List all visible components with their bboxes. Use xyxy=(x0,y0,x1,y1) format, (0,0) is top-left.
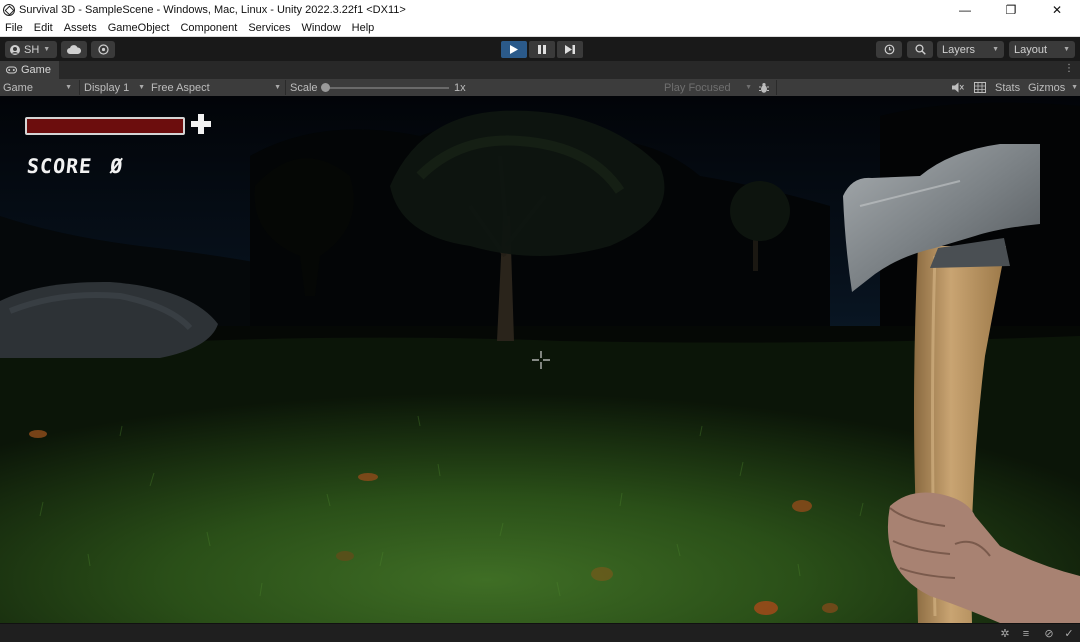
main-toolbar: SH ▼ Layers ▼ Layout ▼ xyxy=(0,37,1080,61)
divider xyxy=(285,80,286,95)
gizmos-dropdown[interactable]: Gizmos ▼ xyxy=(1028,79,1078,96)
health-plus-icon xyxy=(191,114,211,134)
gizmos-label: Gizmos xyxy=(1028,81,1066,94)
history-icon xyxy=(884,44,894,55)
play-mode-dropdown[interactable]: Play Focused ▼ xyxy=(664,79,752,96)
chevron-down-icon: ▼ xyxy=(1063,46,1070,53)
minimize-button[interactable]: — xyxy=(942,0,988,19)
menu-assets[interactable]: Assets xyxy=(64,22,97,34)
health-bar xyxy=(25,117,185,135)
chevron-down-icon: ▼ xyxy=(1071,84,1078,91)
debug-icon[interactable]: ✲ xyxy=(999,628,1011,640)
unity-logo-icon xyxy=(3,3,15,16)
layers-label: Layers xyxy=(942,43,976,56)
scale-slider-handle[interactable] xyxy=(321,83,330,92)
scale-label: Scale xyxy=(290,81,318,94)
account-dropdown[interactable]: SH ▼ xyxy=(5,41,57,58)
game-tab-bar: Game ⋮ xyxy=(0,61,1080,79)
grid-layout-button[interactable] xyxy=(974,79,986,96)
chevron-down-icon: ▼ xyxy=(138,84,145,91)
tab-game[interactable]: Game xyxy=(0,61,59,79)
display-label: Display 1 xyxy=(84,81,130,94)
chevron-down-icon: ▼ xyxy=(65,84,72,91)
maximize-button[interactable]: ❐ xyxy=(988,0,1034,19)
play-icon xyxy=(510,45,518,54)
scale-value: 1x xyxy=(454,81,466,94)
layout-label: Layout xyxy=(1014,43,1048,56)
view-mode-label: Game xyxy=(3,81,33,94)
cache-icon[interactable]: ⊘ xyxy=(1043,628,1055,640)
playback-controls xyxy=(501,41,583,58)
game-view-controls: Game ▼ Display 1 ▼ Free Aspect ▼ Scale 1… xyxy=(0,79,1080,96)
cloud-icon xyxy=(67,45,81,54)
chevron-down-icon: ▼ xyxy=(274,84,281,91)
layers-dropdown[interactable]: Layers ▼ xyxy=(937,41,1004,58)
menu-edit[interactable]: Edit xyxy=(34,22,53,34)
menu-gameobject[interactable]: GameObject xyxy=(108,22,170,34)
menu-component[interactable]: Component xyxy=(180,22,237,34)
more-options-icon[interactable]: ⋮ xyxy=(1064,63,1074,74)
mute-audio-button[interactable] xyxy=(952,79,964,96)
pause-icon xyxy=(538,45,546,54)
menu-bar: File Edit Assets GameObject Component Se… xyxy=(0,19,1080,37)
pause-button[interactable] xyxy=(529,41,555,58)
search-icon xyxy=(914,44,926,55)
window-title-bar: Survival 3D - SampleScene - Windows, Mac… xyxy=(0,0,1080,19)
display-dropdown[interactable]: Display 1 ▼ xyxy=(84,79,146,96)
grid-icon xyxy=(974,82,986,93)
window-controls: — ❐ ✕ xyxy=(942,0,1080,19)
account-label: SH xyxy=(24,43,40,56)
window-title: Survival 3D - SampleScene - Windows, Mac… xyxy=(19,3,406,16)
stats-button[interactable]: Stats xyxy=(995,79,1020,96)
layout-dropdown[interactable]: Layout ▼ xyxy=(1009,41,1075,58)
step-button[interactable] xyxy=(557,41,583,58)
divider xyxy=(776,80,777,95)
crosshair-icon xyxy=(532,351,550,369)
game-controller-icon xyxy=(6,66,17,74)
menu-help[interactable]: Help xyxy=(352,22,375,34)
chevron-down-icon: ▼ xyxy=(43,46,51,53)
step-icon xyxy=(565,45,575,54)
bug-icon xyxy=(759,82,769,93)
account-icon xyxy=(10,44,20,55)
layers-icon[interactable]: ≡ xyxy=(1020,628,1032,640)
score-display: SCORE Ø xyxy=(26,154,125,178)
close-button[interactable]: ✕ xyxy=(1034,0,1080,19)
play-button[interactable] xyxy=(501,41,527,58)
play-mode-label: Play Focused xyxy=(664,81,731,94)
collab-button[interactable] xyxy=(91,41,115,58)
debug-bug-button[interactable] xyxy=(758,79,770,96)
view-mode-dropdown[interactable]: Game ▼ xyxy=(3,79,75,96)
divider xyxy=(79,80,80,95)
tab-game-label: Game xyxy=(21,64,51,76)
aspect-dropdown[interactable]: Free Aspect ▼ xyxy=(151,79,282,96)
score-label: SCORE xyxy=(25,154,94,178)
menu-file[interactable]: File xyxy=(5,22,23,34)
status-bar: ✲ ≡ ⊘ ✓ xyxy=(0,623,1080,642)
check-icon[interactable]: ✓ xyxy=(1063,628,1075,640)
game-viewport[interactable]: SCORE Ø xyxy=(0,96,1080,623)
menu-window[interactable]: Window xyxy=(302,22,341,34)
chevron-down-icon: ▼ xyxy=(745,84,752,91)
score-value: Ø xyxy=(108,154,125,178)
collab-icon xyxy=(97,44,109,55)
undo-history-button[interactable] xyxy=(876,41,902,58)
aspect-label: Free Aspect xyxy=(151,81,210,94)
chevron-down-icon: ▼ xyxy=(992,46,999,53)
cloud-button[interactable] xyxy=(61,41,87,58)
scale-slider-track[interactable] xyxy=(325,87,449,89)
audio-mute-icon xyxy=(952,82,964,93)
search-button[interactable] xyxy=(907,41,933,58)
menu-services[interactable]: Services xyxy=(248,22,290,34)
